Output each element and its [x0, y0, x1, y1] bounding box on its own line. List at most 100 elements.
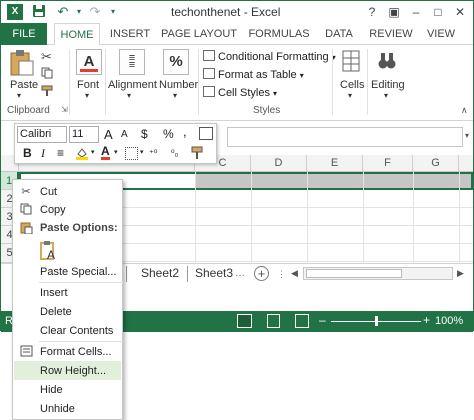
- tab-data[interactable]: DATA: [319, 23, 359, 45]
- paste-icon[interactable]: [9, 49, 37, 77]
- menu-item-insert[interactable]: Insert: [40, 287, 68, 299]
- restore-icon[interactable]: □: [429, 4, 447, 20]
- undo-icon[interactable]: ↶: [55, 4, 71, 20]
- font-name-box[interactable]: Calibri: [17, 126, 67, 143]
- cells-dropdown-icon[interactable]: ▾: [348, 91, 352, 100]
- redo-icon[interactable]: ↷: [87, 4, 103, 20]
- copy-icon[interactable]: [41, 67, 54, 79]
- conditional-formatting-button[interactable]: Conditional Formatting ▾: [203, 50, 336, 63]
- fill-color-icon[interactable]: [75, 146, 89, 160]
- comma-style-icon[interactable]: ,: [183, 124, 187, 139]
- formula-input[interactable]: [227, 127, 463, 147]
- expand-formula-icon[interactable]: ▾: [465, 131, 469, 140]
- increase-decimal-icon[interactable]: ⁺⁰: [149, 148, 157, 159]
- copy-icon: [19, 203, 33, 217]
- scrollbar-thumb[interactable]: [306, 269, 402, 278]
- format-painter-icon[interactable]: [41, 85, 55, 97]
- format-painter-icon[interactable]: [191, 146, 205, 160]
- clipboard-launcher-icon[interactable]: ⇲: [61, 105, 68, 114]
- new-sheet-icon[interactable]: +: [254, 266, 269, 281]
- page-layout-view-icon[interactable]: [267, 314, 280, 328]
- minimize-icon[interactable]: –: [407, 4, 425, 20]
- chevron-down-icon[interactable]: ▾: [91, 148, 95, 156]
- editing-dropdown-icon[interactable]: ▾: [384, 91, 388, 100]
- menu-item-hide[interactable]: Hide: [40, 384, 63, 396]
- number-button[interactable]: Number: [159, 79, 198, 91]
- font-dropdown-icon[interactable]: ▾: [85, 91, 89, 100]
- clipboard-group-label: Clipboard: [7, 105, 50, 116]
- alignment-dropdown-icon[interactable]: ▾: [127, 91, 131, 100]
- tab-home[interactable]: HOME: [54, 23, 100, 46]
- italic-icon[interactable]: I: [41, 146, 45, 161]
- cell-styles-button[interactable]: Cell Styles ▾: [203, 86, 277, 99]
- column-header-e[interactable]: E: [307, 155, 363, 172]
- column-header-g[interactable]: G: [413, 155, 459, 172]
- font-color-icon[interactable]: A: [101, 145, 110, 160]
- scroll-right-icon[interactable]: ▶: [457, 268, 464, 279]
- format-cells-icon[interactable]: [199, 127, 213, 140]
- editing-button[interactable]: Editing: [371, 79, 405, 91]
- menu-item-unhide[interactable]: Unhide: [40, 403, 75, 415]
- close-icon[interactable]: ✕: [451, 4, 469, 20]
- tab-file[interactable]: FILE: [1, 23, 47, 45]
- tab-review[interactable]: REVIEW: [367, 23, 415, 45]
- chevron-down-icon[interactable]: ▾: [140, 148, 144, 156]
- format-as-table-icon: [203, 68, 215, 79]
- tab-page-layout[interactable]: PAGE LAYOUT: [161, 23, 237, 45]
- undo-dropdown-icon[interactable]: ▾: [71, 4, 87, 20]
- menu-item-paste-special[interactable]: Paste Special...: [40, 266, 116, 278]
- scroll-left-icon[interactable]: ◀: [291, 268, 298, 279]
- more-sheets-right-icon[interactable]: ⋮: [277, 269, 286, 280]
- tab-insert[interactable]: INSERT: [107, 23, 153, 45]
- number-format-icon[interactable]: %: [163, 49, 189, 75]
- cells-icon[interactable]: [341, 49, 361, 73]
- number-dropdown-icon[interactable]: ▾: [173, 91, 177, 100]
- page-break-view-icon[interactable]: [295, 314, 309, 328]
- percent-icon[interactable]: %: [163, 127, 174, 141]
- alignment-icon[interactable]: ≡ ≡: [119, 49, 145, 75]
- bold-icon[interactable]: B: [23, 146, 32, 160]
- paste-clipboard-icon[interactable]: A: [40, 240, 58, 262]
- decrease-decimal-icon[interactable]: ⁰₀: [171, 148, 178, 159]
- collapse-ribbon-icon[interactable]: ∧: [461, 105, 468, 116]
- cells-button[interactable]: Cells: [340, 79, 364, 91]
- sheet-tab-3[interactable]: Sheet3: [189, 264, 239, 284]
- paste-button[interactable]: Paste: [10, 79, 38, 91]
- normal-view-icon[interactable]: [237, 314, 252, 328]
- column-header-f[interactable]: F: [363, 155, 413, 172]
- tab-formulas[interactable]: FORMULAS: [247, 23, 311, 45]
- window-title: techonthenet - Excel: [171, 5, 281, 19]
- currency-icon[interactable]: $: [141, 127, 148, 141]
- increase-font-icon[interactable]: A: [104, 127, 113, 142]
- binoculars-icon[interactable]: [377, 49, 397, 73]
- zoom-out-icon[interactable]: –: [319, 313, 326, 327]
- ribbon-display-icon[interactable]: ▣: [385, 4, 403, 20]
- menu-item-delete[interactable]: Delete: [40, 306, 72, 318]
- menu-item-cut[interactable]: Cut: [40, 186, 57, 198]
- tab-view[interactable]: VIEW: [421, 23, 461, 45]
- zoom-in-icon[interactable]: +: [423, 313, 430, 327]
- chevron-down-icon[interactable]: ▾: [114, 148, 118, 156]
- font-button[interactable]: Font: [77, 79, 99, 91]
- font-size-box[interactable]: 11: [69, 126, 99, 143]
- borders-icon[interactable]: [125, 147, 138, 160]
- alignment-button[interactable]: Alignment: [108, 79, 157, 91]
- menu-item-copy[interactable]: Copy: [40, 204, 66, 216]
- decrease-font-icon[interactable]: A: [121, 129, 128, 140]
- paste-dropdown-icon[interactable]: ▾: [17, 91, 21, 100]
- gridline: [307, 172, 308, 267]
- zoom-slider-thumb[interactable]: [374, 316, 378, 326]
- zoom-level[interactable]: 100%: [435, 315, 463, 327]
- customize-qat-icon[interactable]: ▾: [105, 4, 121, 20]
- sheet-tab-2[interactable]: Sheet2: [135, 264, 185, 284]
- menu-item-row-height[interactable]: Row Height...: [40, 365, 106, 377]
- column-header-d[interactable]: D: [251, 155, 307, 172]
- format-as-table-button[interactable]: Format as Table ▾: [203, 68, 304, 81]
- menu-item-format-cells[interactable]: Format Cells...: [40, 346, 112, 358]
- center-align-icon[interactable]: ≡: [57, 146, 64, 160]
- save-icon[interactable]: [31, 4, 47, 20]
- help-icon[interactable]: ?: [363, 4, 381, 20]
- more-sheets-icon[interactable]: …: [235, 268, 245, 279]
- menu-item-clear-contents[interactable]: Clear Contents: [40, 325, 113, 337]
- cut-icon[interactable]: ✂: [41, 49, 52, 65]
